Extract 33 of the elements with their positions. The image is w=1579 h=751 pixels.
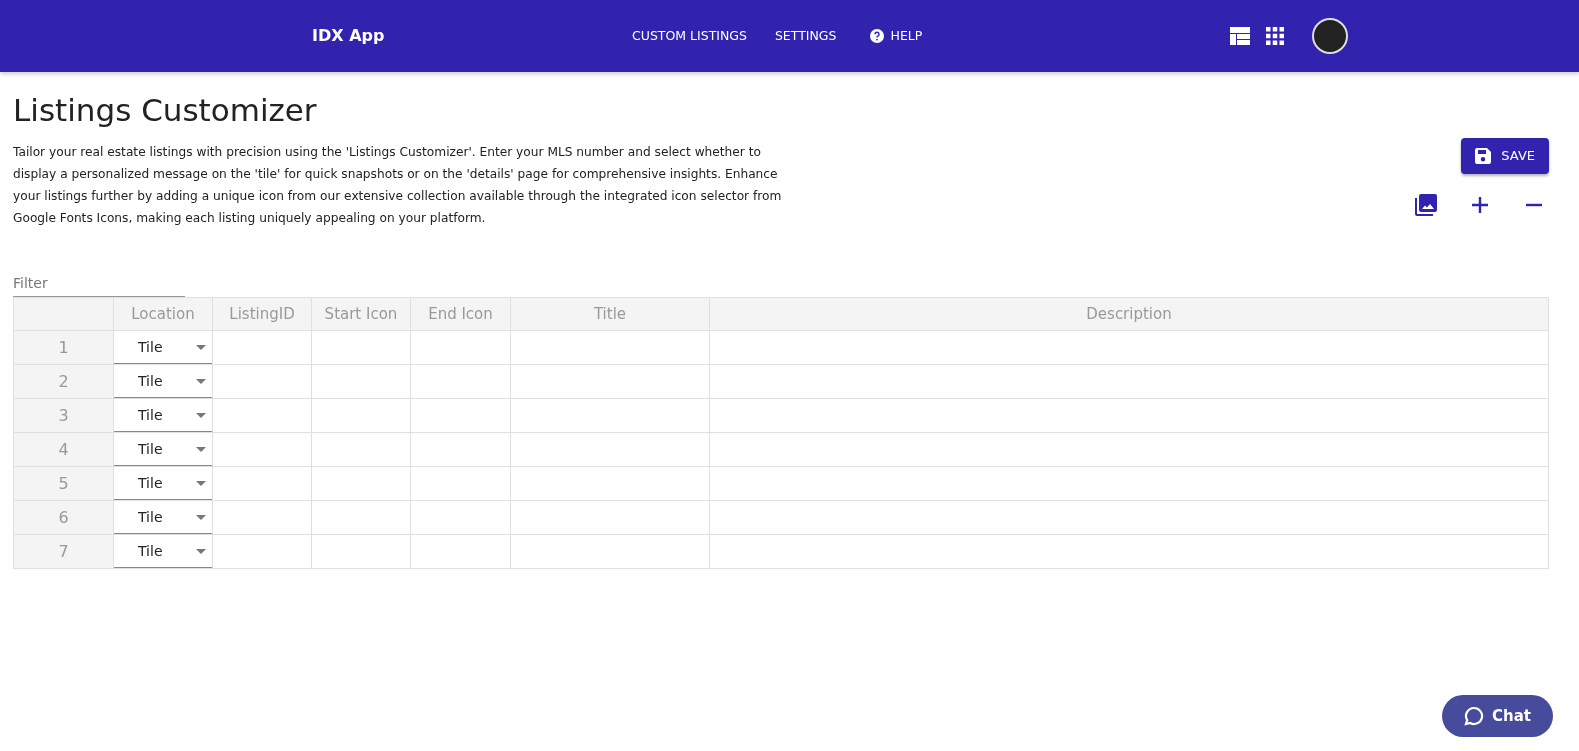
row-number: 3 — [13, 398, 114, 433]
caret-icon — [196, 480, 206, 486]
column-header: End Icon — [410, 297, 511, 331]
caret-icon — [196, 378, 206, 384]
app-brand[interactable]: IDX App — [312, 24, 632, 48]
caret-icon — [196, 548, 206, 554]
row-number: 4 — [13, 432, 114, 467]
nav-link[interactable]: SETTINGS — [774, 26, 837, 46]
page-title: Listings Customizer — [13, 92, 318, 130]
row-number: 1 — [13, 330, 114, 365]
column-header: ListingID — [212, 297, 312, 331]
row-number: 5 — [13, 466, 114, 501]
dashboard-icon[interactable] — [1230, 27, 1250, 45]
nav-link[interactable]: HELP — [870, 26, 923, 46]
caret-icon — [196, 514, 206, 520]
chat-button[interactable]: Chat — [1442, 694, 1553, 737]
page-description: Tailor your real estate listings with precision using the 'Listings Customizer'. Enter your MLS number and select whether to display a personalized message on the 'tile' for quick snapshots or on the 'details' page for comprehensive insights. Enhance your listings further by adding a unique icon from our extensive collection available through the integrated icon selector from Google Fonts Icons, making each listing uniquely appealing on your platform. — [13, 144, 783, 228]
save-button[interactable]: SAVE — [1461, 138, 1549, 174]
column-header: Description — [709, 297, 1549, 331]
row-number: 2 — [13, 364, 114, 399]
caret-icon — [196, 412, 206, 418]
nav-link[interactable]: CUSTOM LISTINGS — [632, 26, 747, 46]
apps-grid-icon[interactable] — [1266, 27, 1284, 45]
column-header: Start Icon — [311, 297, 411, 331]
column-header: Location — [113, 297, 213, 331]
user-avatar[interactable] — [1312, 18, 1348, 54]
column-header: Title — [510, 297, 710, 331]
speech-bubble-icon — [1464, 705, 1484, 726]
row-number: 7 — [13, 534, 114, 569]
help-icon — [870, 29, 885, 43]
caret-icon — [196, 446, 206, 452]
caret-icon — [196, 344, 206, 350]
row-number: 6 — [13, 500, 114, 535]
